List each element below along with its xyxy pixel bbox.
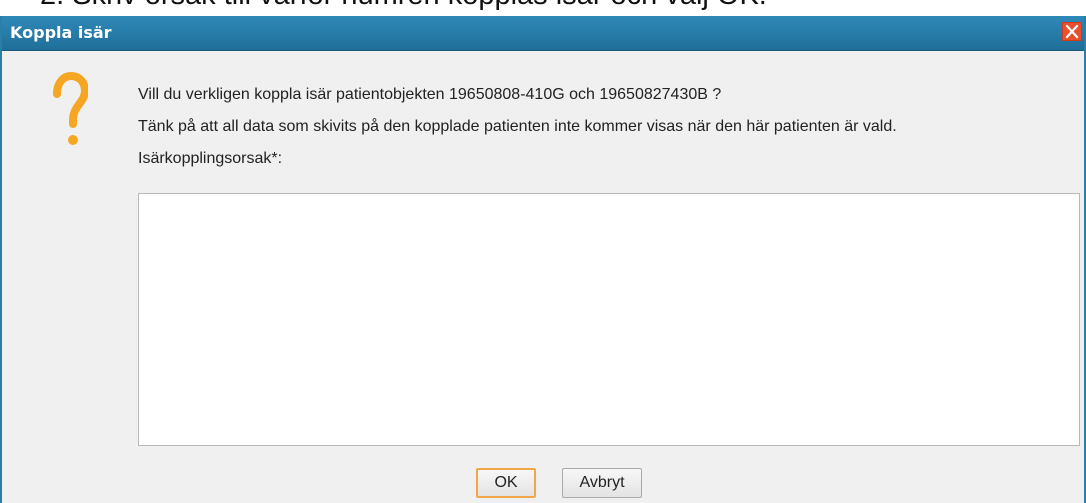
close-button[interactable] [1062, 22, 1082, 41]
confirm-message: Vill du verkligen koppla isär patientobj… [138, 86, 722, 103]
close-icon [1063, 23, 1081, 40]
page: 2. Skriv orsak till varför numren koppla… [0, 0, 1086, 503]
document-heading: 2. Skriv orsak till varför numren koppla… [0, 0, 1086, 16]
warning-message: Tänk på att all data som skivits på den … [138, 118, 897, 135]
question-mark-icon [53, 72, 88, 145]
reason-textarea[interactable] [138, 193, 1080, 446]
document-heading-text: 2. Skriv orsak till varför numren koppla… [40, 0, 767, 12]
reason-label: Isärkopplingsorsak*: [138, 150, 283, 167]
ok-button[interactable]: OK [476, 468, 536, 498]
koppla-isar-dialog: Koppla isär Vill du verkligen koppla isä… [0, 16, 1086, 503]
dialog-title: Koppla isär [10, 23, 112, 42]
cancel-button[interactable]: Avbryt [562, 468, 642, 498]
dialog-titlebar[interactable]: Koppla isär [2, 16, 1084, 51]
